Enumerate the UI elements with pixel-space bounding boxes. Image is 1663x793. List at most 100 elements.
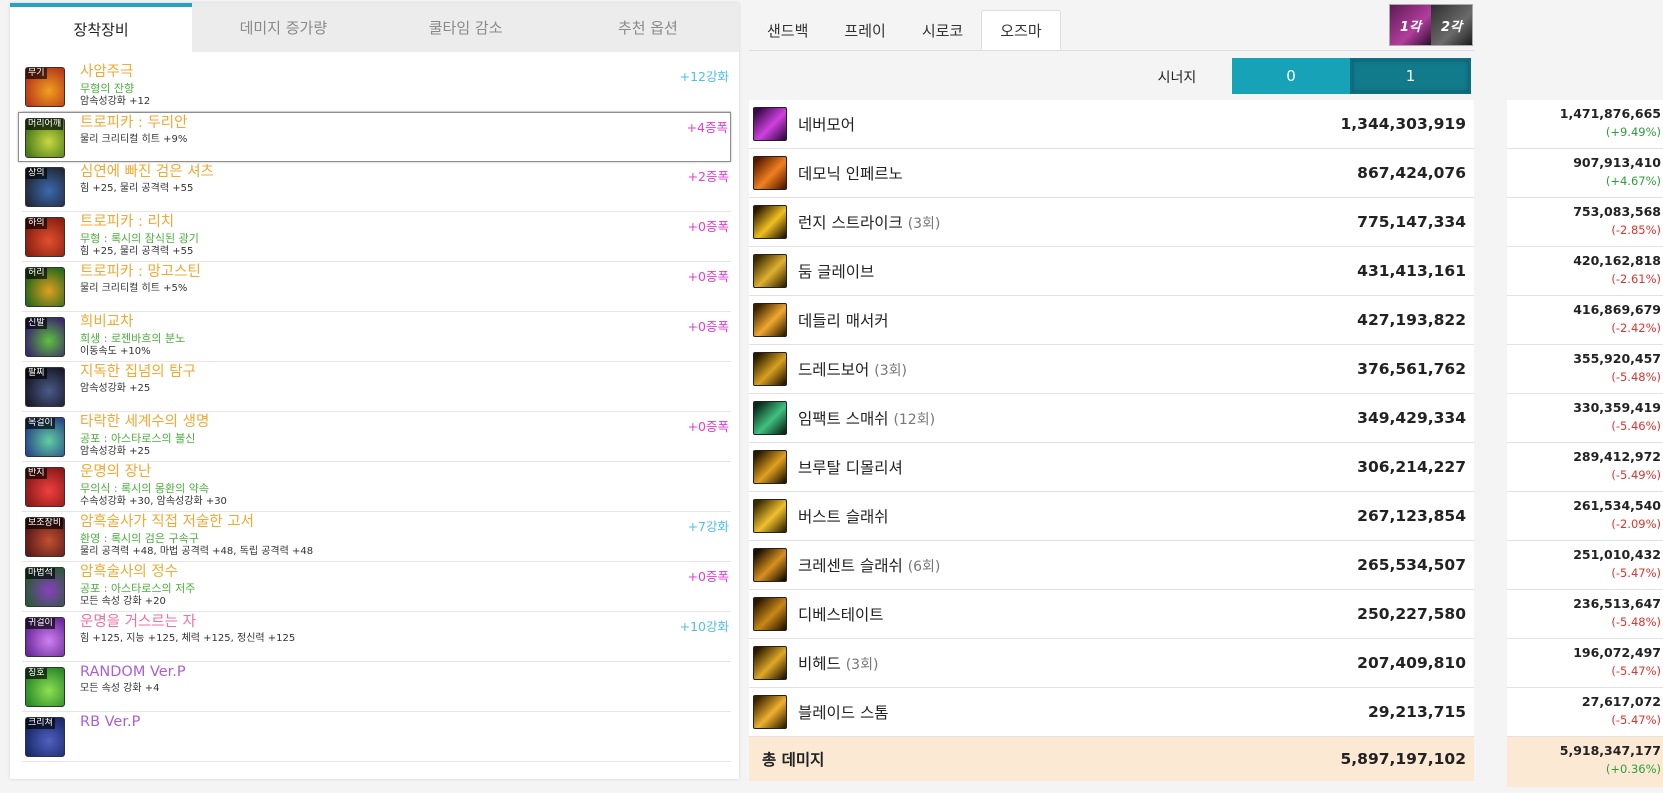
item-name: 희비교차 bbox=[80, 314, 134, 330]
equipment-item[interactable]: 보조장비 암흑술사가 직접 저술한 고서 환영 : 록시의 검은 구속구 물리 … bbox=[22, 512, 731, 562]
synergy-0-button[interactable]: 0 bbox=[1232, 58, 1350, 94]
comparison-percent: (-5.47%) bbox=[1611, 566, 1661, 580]
comparison-damage: 236,513,647 bbox=[1573, 596, 1661, 611]
skill-icon bbox=[753, 646, 787, 680]
total-damage-label: 총 데미지 bbox=[762, 751, 825, 769]
equipment-item[interactable]: 무기 사암주극 무형의 잔향 암속성강화 +12 +12강화 bbox=[22, 62, 731, 112]
skill-name: 비헤드 bbox=[798, 655, 841, 673]
comparison-row: 907,913,410 (+4.67%) bbox=[1507, 149, 1663, 198]
equipment-icon: 반지 bbox=[25, 467, 65, 507]
equipment-icon: 목걸이 bbox=[25, 417, 65, 457]
comparison-percent: (+9.49%) bbox=[1605, 125, 1661, 139]
enhance-badge: +0증폭 bbox=[687, 219, 729, 234]
skill-name: 블레이드 스톰 bbox=[798, 704, 889, 722]
item-name: RANDOM Ver.P bbox=[80, 664, 186, 680]
skill-name-cell: 디베스테이트 bbox=[798, 603, 884, 625]
equipment-item[interactable]: 목걸이 타락한 세계수의 생명 공포 : 아스타로스의 불신 암속성강화 +25… bbox=[22, 412, 731, 462]
equipment-item[interactable]: 크리쳐 RB Ver.P bbox=[22, 712, 731, 762]
skill-name: 버스트 슬래쉬 bbox=[798, 508, 889, 526]
comparison-damage: 330,359,419 bbox=[1573, 400, 1661, 415]
skill-name-cell: 둠 글레이브 bbox=[798, 260, 874, 282]
skill-name: 임팩트 스매쉬 bbox=[798, 410, 889, 428]
comparison-percent: (+4.67%) bbox=[1605, 174, 1661, 188]
skill-row: 데들리 매서커 427,193,822 bbox=[749, 296, 1474, 345]
skill-damage: 306,214,227 bbox=[1357, 458, 1466, 476]
equipment-item[interactable]: 칭호 RANDOM Ver.P 모든 속성 강화 +4 bbox=[22, 662, 731, 712]
skill-damage-table: 네버모어 1,344,303,919 데모닉 인페르노 867,424,076 … bbox=[749, 100, 1474, 781]
equipment-item[interactable]: 마법석 암흑술사의 정수 공포 : 아스타로스의 저주 모든 속성 강화 +20… bbox=[22, 562, 731, 612]
slot-label: 보조장비 bbox=[26, 518, 64, 529]
skill-row: 런지 스트라이크 (3회) 775,147,334 bbox=[749, 198, 1474, 247]
slot-label: 귀걸이 bbox=[26, 618, 55, 629]
equipment-icon: 귀걸이 bbox=[25, 617, 65, 657]
skill-name: 둠 글레이브 bbox=[798, 263, 875, 281]
equipment-item[interactable]: 허리 트로피카 : 망고스틴 물리 크리티컬 히트 +5% +0증폭 bbox=[22, 262, 731, 312]
skill-damage: 250,227,580 bbox=[1357, 605, 1466, 623]
enhance-badge: +12강화 bbox=[679, 69, 729, 84]
slot-label: 크리쳐 bbox=[26, 718, 55, 729]
skill-count: (3회) bbox=[845, 657, 879, 673]
comparison-percent: (-5.48%) bbox=[1611, 370, 1661, 384]
skill-row: 데모닉 인페르노 867,424,076 bbox=[749, 149, 1474, 198]
item-stat: 힘 +25, 물리 공격력 +55 bbox=[80, 246, 194, 257]
comparison-damage: 355,920,457 bbox=[1573, 351, 1661, 366]
tab-siroco[interactable]: 시로코 bbox=[904, 10, 981, 50]
tab-prey[interactable]: 프레이 bbox=[826, 10, 903, 50]
awakening-1-image[interactable]: 1각 bbox=[1390, 5, 1431, 45]
item-stat: 모든 속성 강화 +4 bbox=[80, 683, 160, 694]
skill-name: 브루탈 디몰리셔 bbox=[798, 459, 903, 477]
skill-damage: 376,561,762 bbox=[1357, 360, 1466, 378]
comparison-total-percent: (+0.36%) bbox=[1605, 762, 1661, 776]
comparison-row: 196,072,497 (-5.47%) bbox=[1507, 639, 1663, 688]
comparison-damage: 420,162,818 bbox=[1573, 253, 1661, 268]
tab-sandbag[interactable]: 샌드백 bbox=[749, 10, 826, 50]
skill-name: 네버모어 bbox=[798, 116, 856, 134]
equipment-tabs: 장착장비 데미지 증가량 쿨타임 감소 추천 옵션 bbox=[10, 3, 739, 52]
tab-ozma[interactable]: 오즈마 bbox=[981, 10, 1061, 50]
skill-icon bbox=[753, 597, 787, 631]
comparison-damage: 1,471,876,665 bbox=[1559, 106, 1661, 121]
comparison-row: 753,083,568 (-2.85%) bbox=[1507, 198, 1663, 247]
skill-damage: 431,413,161 bbox=[1357, 262, 1466, 280]
comparison-row: 27,617,072 (-5.47%) bbox=[1507, 688, 1663, 737]
skill-name: 데모닉 인페르노 bbox=[798, 165, 903, 183]
tab-equipped[interactable]: 장착장비 bbox=[10, 3, 193, 52]
equipment-item[interactable]: 상의 심연에 빠진 검은 셔츠 힘 +25, 물리 공격력 +55 +2증폭 bbox=[22, 162, 731, 212]
slot-label: 상의 bbox=[26, 168, 47, 179]
enhance-badge: +10강화 bbox=[679, 619, 729, 634]
slot-label: 목걸이 bbox=[26, 418, 55, 429]
enhance-badge: +7강화 bbox=[687, 519, 729, 534]
item-fusion: 희생 : 로젠바흐의 분노 bbox=[80, 332, 186, 345]
awakening-2-image[interactable]: 2각 bbox=[1431, 5, 1472, 45]
enhance-badge: +2증폭 bbox=[687, 169, 729, 184]
equipment-item[interactable]: 귀걸이 운명을 거스르는 자 힘 +125, 지능 +125, 체력 +125,… bbox=[22, 612, 731, 662]
item-stat: 이동속도 +10% bbox=[80, 346, 151, 357]
equipment-item[interactable]: 신발 희비교차 희생 : 로젠바흐의 분노 이동속도 +10% +0증폭 bbox=[22, 312, 731, 362]
equipment-item[interactable]: 팔찌 지독한 집념의 탐구 암속성강화 +25 bbox=[22, 362, 731, 412]
item-stat: 암속성강화 +25 bbox=[80, 446, 151, 457]
tab-recommended-options[interactable]: 추천 옵션 bbox=[557, 3, 739, 52]
comparison-percent: (-2.42%) bbox=[1611, 321, 1661, 335]
comparison-row: 416,869,679 (-2.42%) bbox=[1507, 296, 1663, 345]
equipment-item[interactable]: 하의 트로피카 : 리치 무형 : 록시의 잠식된 광기 힘 +25, 물리 공… bbox=[22, 212, 731, 262]
skill-row: 블레이드 스톰 29,213,715 bbox=[749, 688, 1474, 737]
tab-cooldown-reduction[interactable]: 쿨타임 감소 bbox=[375, 3, 557, 52]
skill-name-cell: 데모닉 인페르노 bbox=[798, 162, 903, 184]
item-stat: 힘 +125, 지능 +125, 체력 +125, 정신력 +125 bbox=[80, 633, 296, 644]
equipment-item[interactable]: 머리어깨 트로피카 : 두리안 물리 크리티컬 히트 +9% +4증폭 bbox=[18, 112, 731, 162]
skill-name-cell: 브루탈 디몰리셔 bbox=[798, 456, 903, 478]
item-stat: 물리 크리티컬 히트 +5% bbox=[80, 283, 188, 294]
equipment-item[interactable]: 반지 운명의 장난 무의식 : 록시의 몽환의 약속 수속성강화 +30, 암속… bbox=[22, 462, 731, 512]
comparison-damage: 261,534,540 bbox=[1573, 498, 1661, 513]
enhance-badge: +0증폭 bbox=[687, 569, 729, 584]
item-name: 트로피카 : 망고스틴 bbox=[80, 264, 201, 280]
synergy-1-button[interactable]: 1 bbox=[1350, 58, 1471, 94]
tab-damage-increase[interactable]: 데미지 증가량 bbox=[192, 3, 374, 52]
item-name: 타락한 세계수의 생명 bbox=[80, 414, 210, 430]
skill-name: 크레센트 슬래쉬 bbox=[798, 557, 903, 575]
skill-damage: 265,534,507 bbox=[1357, 556, 1466, 574]
awakening-thumbnail[interactable]: 1각 2각 bbox=[1389, 4, 1473, 46]
item-stat: 물리 공격력 +48, 마법 공격력 +48, 독립 공격력 +48 bbox=[80, 546, 314, 557]
comparison-row: 355,920,457 (-5.48%) bbox=[1507, 345, 1663, 394]
slot-label: 허리 bbox=[26, 268, 47, 279]
